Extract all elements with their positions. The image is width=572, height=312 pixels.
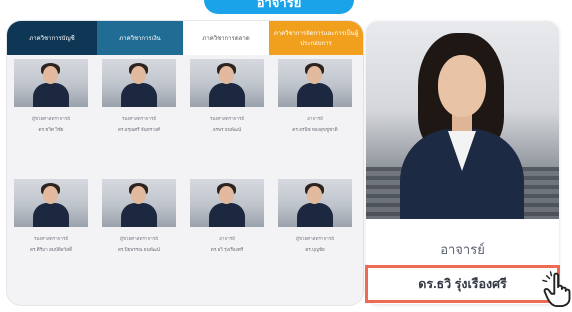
- tab-management[interactable]: ภาควิชาการจัดการและการเป็นผู้ประกอบการ: [269, 21, 363, 55]
- faculty-role: อาจารย์: [219, 236, 235, 241]
- faculty-name[interactable]: ดร.ธวิ รุ่งเรืองศรี: [187, 247, 267, 254]
- section-title-pill: อาจารย์: [204, 0, 354, 14]
- faculty-role: ผู้ช่วยศาสตราจารย์: [32, 116, 70, 121]
- tab-accounting[interactable]: ภาควิชาการบัญชี: [7, 21, 97, 55]
- tab-marketing[interactable]: ภาควิชาการตลาด: [183, 21, 269, 55]
- faculty-name[interactable]: อรพร ธนพัฒน์: [187, 127, 267, 134]
- faculty-name[interactable]: ดร.ศิริมา สมบัติสวัสดิ์: [11, 247, 91, 254]
- faculty-card[interactable]: ผู้ช่วยศาสตราจารย์ ดร.ปิยพรรณ ธนพัฒน์: [99, 179, 179, 254]
- faculty-name[interactable]: ดร.อรุณศรี จันทรวงศ์: [99, 127, 179, 134]
- profile-role: อาจารย์: [440, 242, 485, 257]
- faculty-card[interactable]: อาจารย์ ดร.อรนิช ทองสุขชูชาติ: [275, 59, 355, 134]
- faculty-card[interactable]: รองศาสตราจารย์ ดร.ศิริมา สมบัติสวัสดิ์: [11, 179, 91, 254]
- profile-name[interactable]: ดร.ธวิ รุ่งเรืองศรี: [365, 265, 560, 303]
- faculty-photo: [278, 59, 352, 107]
- faculty-role: รองศาสตราจารย์: [33, 236, 69, 241]
- faculty-name[interactable]: ดร.ชวิศ วิชัย: [11, 127, 91, 134]
- profile-photo: [366, 21, 559, 219]
- faculty-photo: [14, 179, 88, 227]
- faculty-card[interactable]: ผู้ช่วยศาสตราจารย์ ดร.ชวิศ วิชัย: [11, 59, 91, 134]
- faculty-card[interactable]: ผู้ช่วยศาสตราจารย์ ดร.บุญชัย: [275, 179, 355, 254]
- faculty-role: ผู้ช่วยศาสตราจารย์: [296, 236, 334, 241]
- department-tabs: ภาควิชาการบัญชี ภาควิชาการเงิน ภาควิชากา…: [7, 21, 363, 55]
- faculty-name[interactable]: ดร.ปิยพรรณ ธนพัฒน์: [99, 247, 179, 254]
- faculty-photo: [14, 59, 88, 107]
- faculty-role: รองศาสตราจารย์: [121, 116, 157, 121]
- faculty-card[interactable]: รองศาสตราจารย์ ดร.อรุณศรี จันทรวงศ์: [99, 59, 179, 134]
- faculty-name[interactable]: ดร.บุญชัย: [275, 247, 355, 254]
- profile-card: อาจารย์: [366, 21, 559, 304]
- faculty-photo: [278, 179, 352, 227]
- faculty-role: อาจารย์: [307, 116, 323, 121]
- faculty-role: รองศาสตราจารย์: [209, 116, 245, 121]
- faculty-photo: [190, 179, 264, 227]
- faculty-website: ภาควิชาการบัญชี ภาควิชาการเงิน ภาควิชากา…: [7, 21, 363, 305]
- pointer-hand-icon: [542, 271, 571, 308]
- faculty-name[interactable]: ดร.อรนิช ทองสุขชูชาติ: [275, 127, 355, 134]
- tab-finance[interactable]: ภาควิชาการเงิน: [97, 21, 183, 55]
- faculty-photo: [102, 59, 176, 107]
- faculty-photo: [102, 179, 176, 227]
- faculty-role: ผู้ช่วยศาสตราจารย์: [120, 236, 158, 241]
- faculty-card[interactable]: อาจารย์ ดร.ธวิ รุ่งเรืองศรี: [187, 179, 267, 254]
- faculty-card[interactable]: รองศาสตราจารย์ อรพร ธนพัฒน์: [187, 59, 267, 134]
- faculty-photo: [190, 59, 264, 107]
